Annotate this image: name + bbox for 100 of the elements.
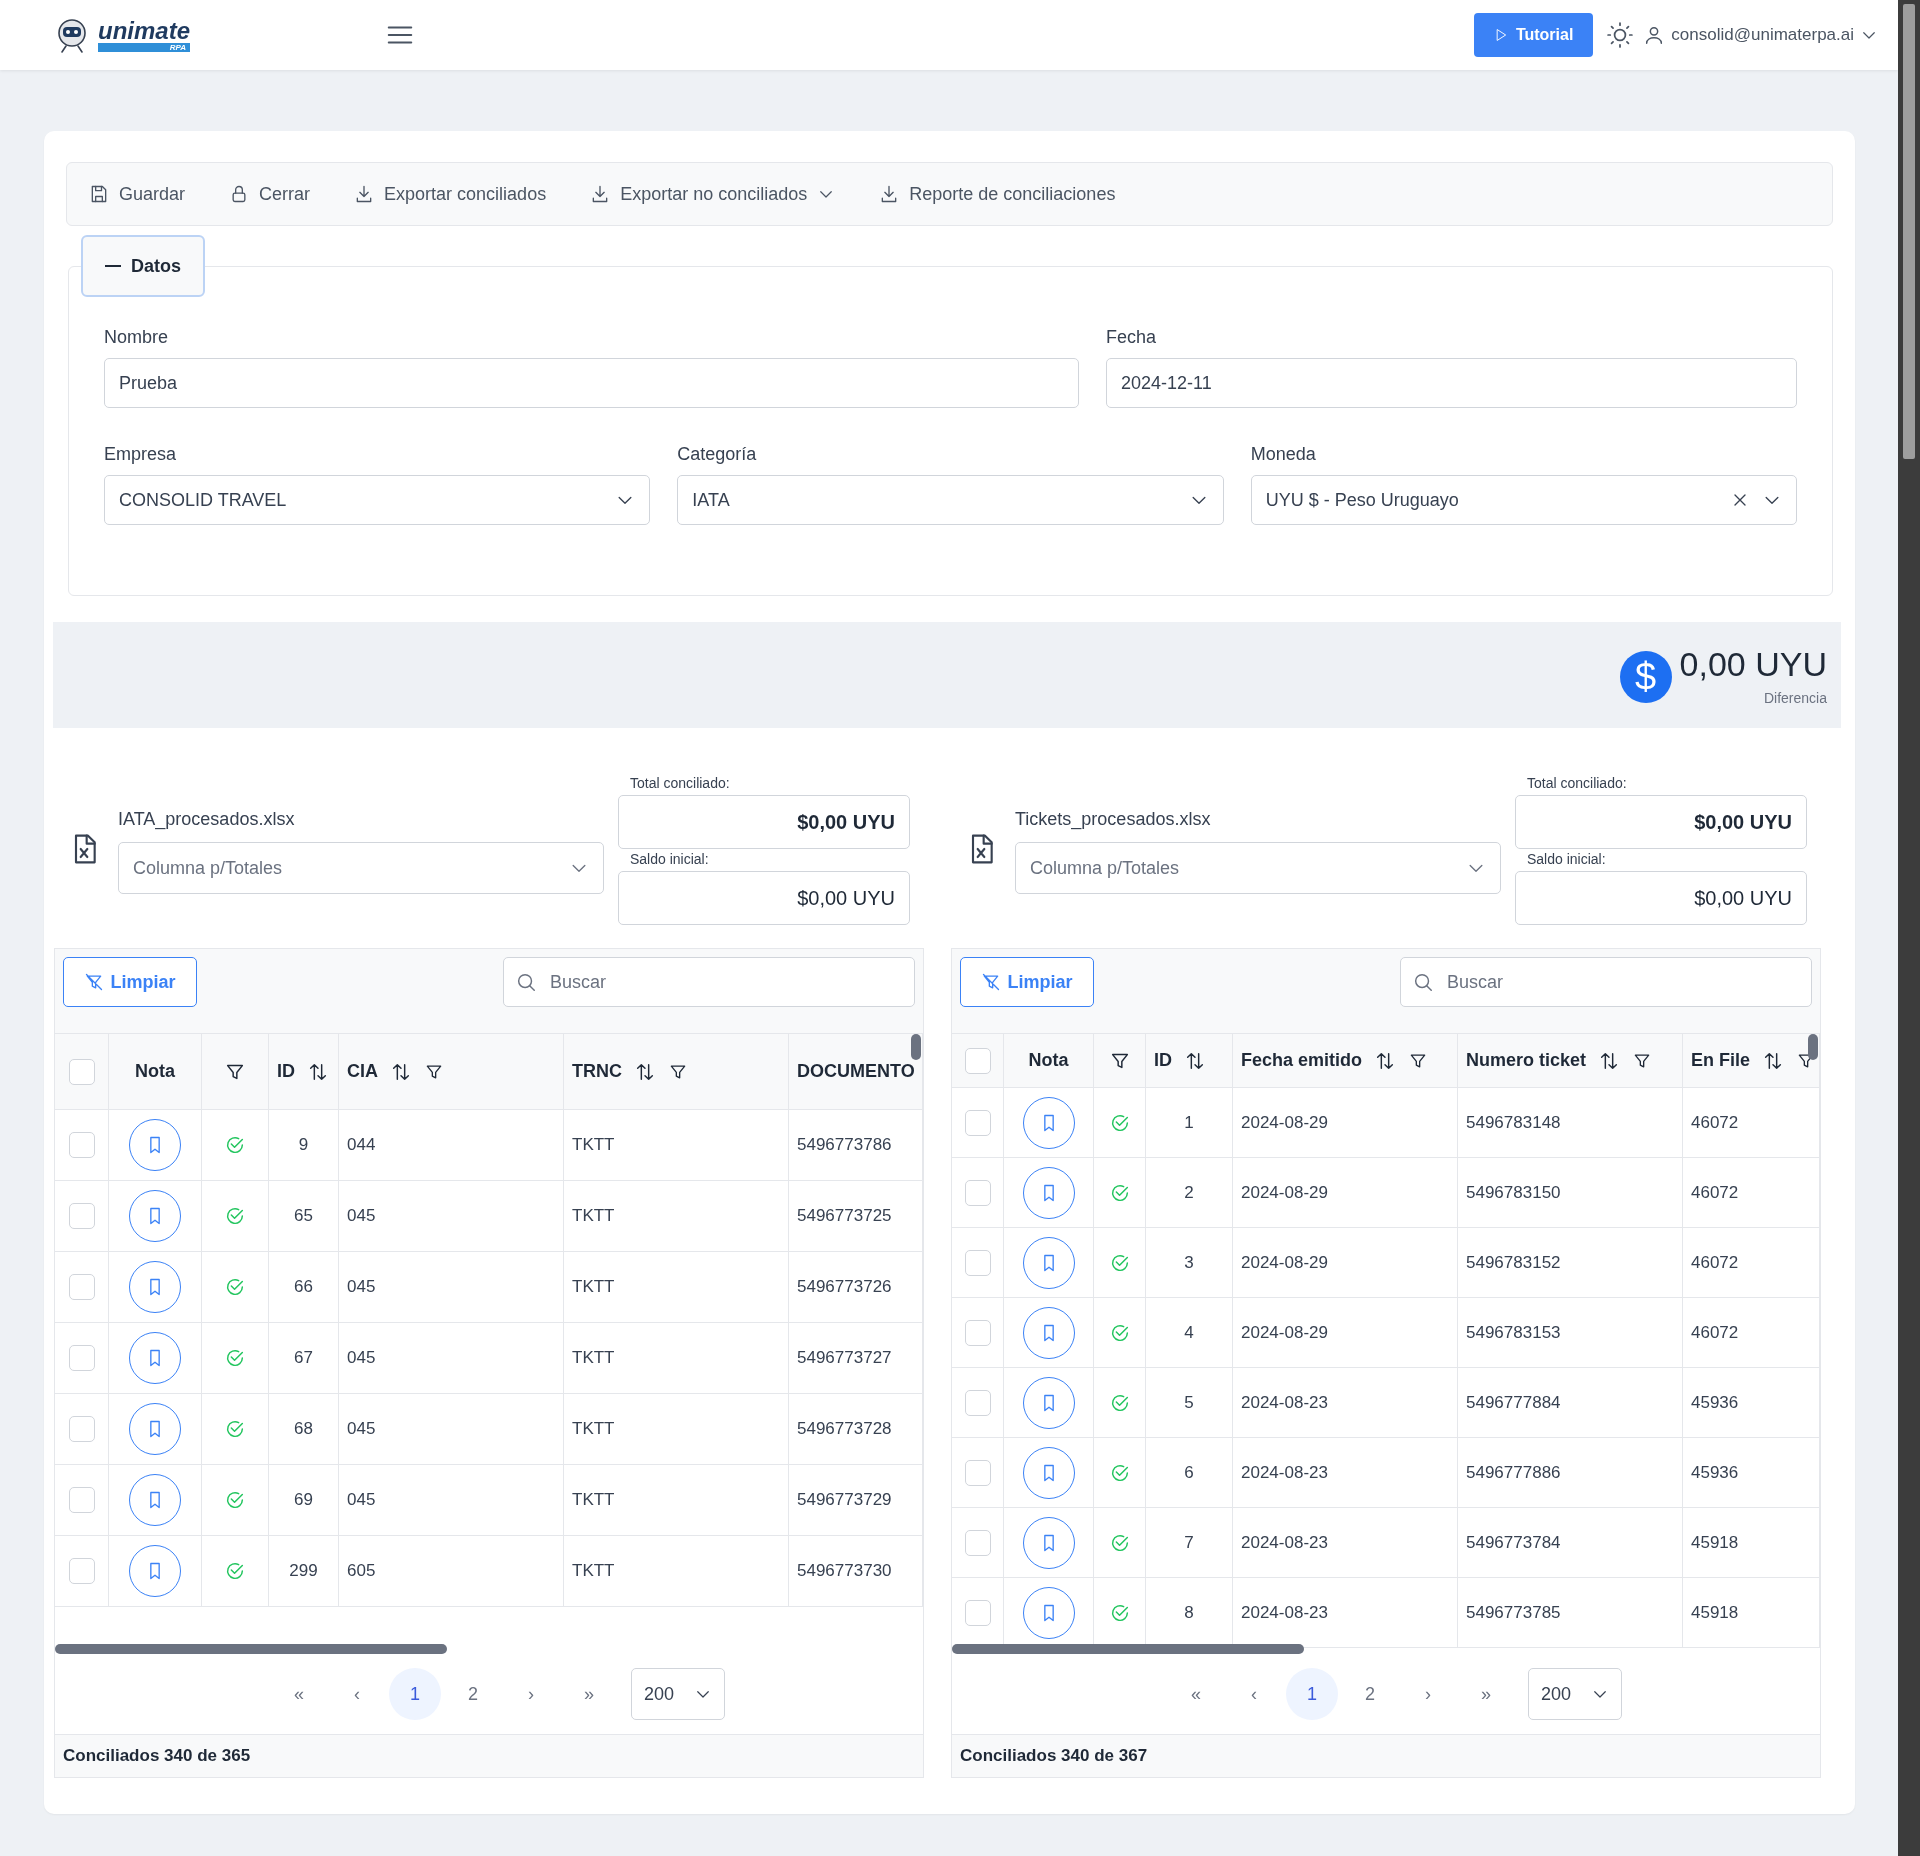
- column-header: Nota: [1028, 1050, 1069, 1071]
- page-button[interactable]: 1: [389, 1668, 441, 1720]
- table-cell: 5: [1184, 1392, 1194, 1413]
- next-page-button[interactable]: ›: [505, 1668, 557, 1720]
- checkbox[interactable]: [68, 1416, 95, 1442]
- checkbox[interactable]: [964, 1319, 991, 1346]
- next-page-button[interactable]: ›: [1402, 1668, 1454, 1720]
- checkbox[interactable]: [964, 1179, 991, 1206]
- toolbar-button[interactable]: Reporte de conciliaciones: [879, 183, 1116, 205]
- checkbox[interactable]: [964, 1047, 991, 1074]
- bookmark-button[interactable]: [129, 1332, 181, 1384]
- horizontal-scrollbar[interactable]: [55, 1644, 447, 1654]
- bookmark-button[interactable]: [129, 1545, 181, 1597]
- page-button[interactable]: 1: [1286, 1668, 1338, 1720]
- vertical-scrollbar[interactable]: [1808, 1034, 1818, 1060]
- clear-filter-button[interactable]: Limpiar: [63, 957, 197, 1007]
- toolbar-button[interactable]: Exportar conciliados: [354, 183, 547, 205]
- balance-field[interactable]: $0,00 UYU: [1515, 871, 1807, 925]
- select-field[interactable]: UYU $ - Peso Uruguayo: [1250, 475, 1797, 525]
- check-circle-icon: [224, 1134, 246, 1156]
- reconciled-count: Conciliados 340 de 365: [63, 1746, 251, 1766]
- last-page-button[interactable]: »: [563, 1668, 615, 1720]
- horizontal-scrollbar[interactable]: [952, 1644, 1304, 1654]
- checkbox[interactable]: [68, 1274, 95, 1300]
- first-page-button[interactable]: «: [273, 1668, 325, 1720]
- page-button[interactable]: 2: [1344, 1668, 1396, 1720]
- page-size-select[interactable]: 200: [1528, 1668, 1622, 1720]
- table-cell: 044: [347, 1135, 376, 1155]
- last-page-button[interactable]: »: [1460, 1668, 1512, 1720]
- page-button[interactable]: 2: [447, 1668, 499, 1720]
- toolbar-button[interactable]: Guardar: [89, 183, 186, 205]
- table-cell: 2024-08-29: [1241, 1182, 1328, 1203]
- bookmark-button[interactable]: [129, 1474, 181, 1526]
- column-header[interactable]: DOCUMENTO: [797, 1061, 915, 1082]
- table-cell: 65: [294, 1206, 313, 1226]
- table-cell: TKTT: [572, 1419, 615, 1439]
- table-cell: TKTT: [572, 1206, 615, 1226]
- checkbox[interactable]: [964, 1599, 991, 1626]
- clear-filter-button[interactable]: Limpiar: [960, 957, 1094, 1007]
- select-field[interactable]: IATA: [677, 475, 1224, 525]
- check-circle-icon: [224, 1347, 246, 1369]
- checkbox[interactable]: [964, 1249, 991, 1276]
- checkbox[interactable]: [964, 1529, 991, 1556]
- select-field[interactable]: Columna p/Totales: [118, 842, 604, 894]
- select-field[interactable]: CONSOLID TRAVEL: [104, 475, 651, 525]
- table-cell: 5496773785: [1466, 1602, 1561, 1623]
- checkbox[interactable]: [964, 1459, 991, 1486]
- table-cell: 5496773727: [797, 1348, 892, 1368]
- check-circle-icon: [224, 1276, 246, 1298]
- table-cell: 045: [347, 1490, 376, 1510]
- table-cell: 5496773786: [797, 1135, 892, 1155]
- table-cell: TKTT: [572, 1490, 615, 1510]
- select-field[interactable]: Columna p/Totales: [1015, 842, 1501, 894]
- toolbar-button[interactable]: Exportar no conciliados: [590, 183, 836, 205]
- table-cell: 2024-08-29: [1241, 1252, 1328, 1273]
- bookmark-button[interactable]: [129, 1190, 181, 1242]
- section-toggle[interactable]: Datos: [81, 235, 205, 297]
- input-field[interactable]: Prueba: [104, 358, 1079, 408]
- checkbox[interactable]: [68, 1132, 95, 1158]
- column-header[interactable]: TRNC: [572, 1060, 688, 1083]
- filter-off-icon: [981, 972, 1002, 992]
- previous-page-button[interactable]: ‹: [1228, 1668, 1280, 1720]
- checkbox[interactable]: [964, 1109, 991, 1136]
- column-header[interactable]: Numero ticket: [1466, 1049, 1653, 1072]
- checkbox[interactable]: [964, 1389, 991, 1416]
- column-header[interactable]: CIA: [347, 1060, 444, 1083]
- page-scrollbar[interactable]: [1898, 0, 1920, 1856]
- reconciled-count: Conciliados 340 de 367: [960, 1746, 1148, 1766]
- search-field[interactable]: Buscar: [1400, 957, 1812, 1007]
- balance-field[interactable]: $0,00 UYU: [618, 871, 910, 925]
- file-name: Tickets_procesados.xlsx: [1015, 809, 1212, 830]
- toolbar-button[interactable]: Cerrar: [229, 183, 311, 205]
- bookmark-button[interactable]: [129, 1403, 181, 1455]
- checkbox[interactable]: [68, 1058, 95, 1085]
- table-cell: 5496783152: [1466, 1252, 1561, 1273]
- dollar-badge: $: [1619, 651, 1672, 703]
- check-circle-icon: [224, 1489, 246, 1511]
- table-cell: 2024-08-23: [1241, 1532, 1328, 1553]
- user-menu[interactable]: consolid@unimaterpa.ai: [1643, 24, 1878, 46]
- page-size-select[interactable]: 200: [631, 1668, 725, 1720]
- previous-page-button[interactable]: ‹: [331, 1668, 383, 1720]
- tutorial-button[interactable]: Tutorial: [1473, 13, 1594, 57]
- bookmark-button[interactable]: [129, 1261, 181, 1313]
- column-header[interactable]: Fecha emitido: [1241, 1049, 1429, 1072]
- difference-label: Diferencia: [1763, 689, 1827, 706]
- checkbox[interactable]: [68, 1558, 95, 1584]
- bookmark-button[interactable]: [129, 1119, 181, 1171]
- input-field[interactable]: 2024-12-11: [1106, 358, 1797, 408]
- vertical-scrollbar[interactable]: [911, 1034, 921, 1060]
- search-icon: [1412, 971, 1434, 993]
- table-cell: 5496773728: [797, 1419, 892, 1439]
- checkbox[interactable]: [68, 1203, 95, 1229]
- checkbox[interactable]: [68, 1345, 95, 1371]
- column-header[interactable]: En File: [1691, 1049, 1816, 1072]
- column-header[interactable]: ID: [277, 1060, 329, 1083]
- table-cell: 7: [1184, 1532, 1194, 1553]
- column-header[interactable]: ID: [1154, 1049, 1206, 1072]
- first-page-button[interactable]: «: [1170, 1668, 1222, 1720]
- search-field[interactable]: Buscar: [503, 957, 915, 1007]
- checkbox[interactable]: [68, 1487, 95, 1513]
